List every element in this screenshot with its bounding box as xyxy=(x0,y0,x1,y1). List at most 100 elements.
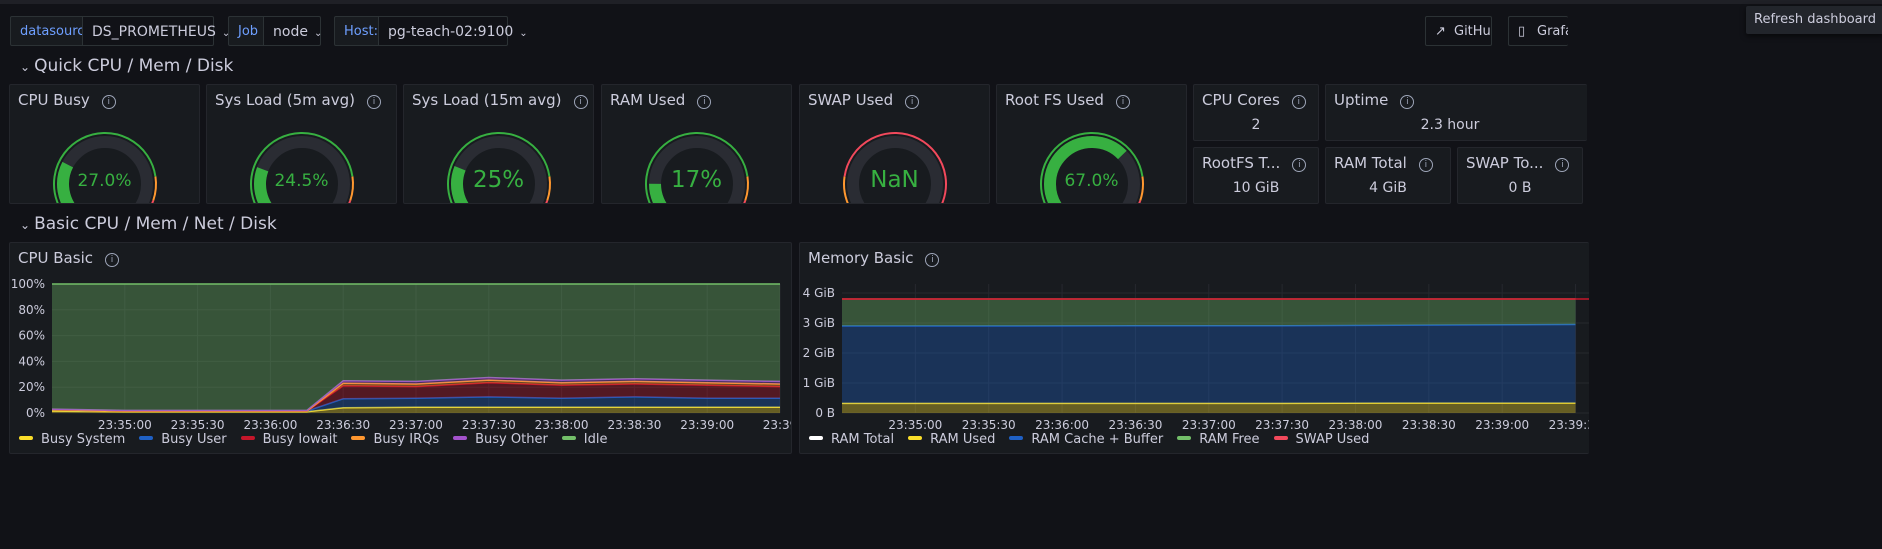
legend-swatch xyxy=(351,436,366,440)
chevron-down-icon: ⌄ xyxy=(313,28,323,39)
legend-item[interactable]: RAM Total xyxy=(809,432,894,447)
panel-cpu-cores[interactable]: CPU Cores i 2 xyxy=(1193,84,1319,141)
top-border xyxy=(0,0,1882,4)
y-tick-label: 1 GiB xyxy=(803,376,835,390)
external-link-icon: ↗ xyxy=(1435,24,1446,39)
x-tick-label: 23:39:00 xyxy=(680,418,734,432)
info-icon[interactable]: i xyxy=(1418,158,1433,172)
x-tick-label: 23:36:30 xyxy=(1108,418,1162,432)
panel-swap-total[interactable]: SWAP To... i 0 B xyxy=(1457,147,1583,204)
panel-title-text: CPU Cores xyxy=(1202,91,1280,109)
legend-label: RAM Used xyxy=(930,432,996,447)
legend-swatch xyxy=(809,436,823,440)
cpu-basic-legend: Busy System Busy User Busy Iowait Busy IRQs… xyxy=(19,432,622,447)
cpu-basic-chart[interactable]: 100% 80% 60% 40% 20% 0% 23:35:00 23:35:30 23:36:… xyxy=(10,243,792,454)
legend-label: SWAP Used xyxy=(1295,432,1370,447)
host-select[interactable]: pg-teach-02:9100 ⌄ xyxy=(378,16,528,46)
stat-value: 10 GiB xyxy=(1232,180,1280,196)
link-github-label: GitHub xyxy=(1454,24,1491,39)
legend-item[interactable]: RAM Used xyxy=(908,432,995,447)
legend-swatch xyxy=(139,436,154,440)
legend-item[interactable]: Busy User xyxy=(139,432,227,447)
link-github-button[interactable]: ↗ GitHub xyxy=(1425,16,1492,46)
job-select[interactable]: node ⌄ xyxy=(263,16,323,46)
x-tick-label: 23:35:30 xyxy=(962,418,1016,432)
stat-value: 0 B xyxy=(1508,180,1532,196)
doc-icon: ▯ xyxy=(1518,24,1526,39)
panel-uptime[interactable]: Uptime i 2.3 hour xyxy=(1325,84,1587,141)
row-quick-cpu-mem-disk[interactable]: ⌄ Quick CPU / Mem / Disk xyxy=(20,56,233,76)
x-tick-label: 23:38:00 xyxy=(535,418,589,432)
legend-label: Busy IRQs xyxy=(373,432,440,447)
legend-item[interactable]: Busy Iowait xyxy=(240,432,337,447)
chevron-down-icon: ⌄ xyxy=(519,28,528,39)
datasource-select[interactable]: DS_PROMETHEUS ⌄ xyxy=(82,16,230,46)
panel-title-text: SWAP To... xyxy=(1466,154,1544,172)
panel-ram-used[interactable]: RAM Used i 17% xyxy=(601,84,792,204)
legend-label: RAM Total xyxy=(831,432,895,447)
x-tick-label: 23:37:00 xyxy=(389,418,443,432)
x-tick-label: 23:37:30 xyxy=(1255,418,1309,432)
legend-item[interactable]: SWAP Used xyxy=(1273,432,1370,447)
info-icon[interactable]: i xyxy=(1555,158,1570,172)
panel-title-text: Uptime xyxy=(1334,91,1389,109)
x-tick-label: 23:39 xyxy=(763,418,792,432)
y-tick-label: 3 GiB xyxy=(803,316,835,330)
y-tick-label: 80% xyxy=(18,303,45,317)
info-icon[interactable]: i xyxy=(1400,95,1415,109)
y-tick-label: 0% xyxy=(26,406,45,420)
panel-ram-total[interactable]: RAM Total i 4 GiB xyxy=(1325,147,1451,204)
legend-item[interactable]: Idle xyxy=(561,432,608,447)
legend-swatch xyxy=(1009,436,1024,440)
legend-label: Busy Other xyxy=(475,432,548,447)
stat-value: 2 xyxy=(1251,117,1261,133)
y-tick-label: 100% xyxy=(11,277,45,291)
gauge-value: NaN xyxy=(870,167,919,193)
panel-sys-load-5m[interactable]: Sys Load (5m avg) i 24.5% xyxy=(206,84,397,204)
memory-basic-chart[interactable]: 4 GiB 3 GiB 2 GiB 1 GiB 0 B 23:35:00 23:35:30 2… xyxy=(800,243,1589,454)
info-icon[interactable]: i xyxy=(1291,95,1306,109)
panel-cpu-basic[interactable]: CPU Basic i 100% 80% 60% 40% 20% 0% 23:35:00 23:… xyxy=(9,242,792,454)
series-area-ram-free xyxy=(842,299,1576,326)
panel-cpu-busy[interactable]: CPU Busy i 27.0% xyxy=(9,84,200,204)
legend-item[interactable]: RAM Free xyxy=(1177,432,1260,447)
legend-swatch xyxy=(1177,436,1192,440)
memory-basic-legend: RAM Total RAM Used RAM Cache + Buffer RAM F… xyxy=(809,432,1383,447)
stat-value: 4 GiB xyxy=(1369,180,1407,196)
legend-item[interactable]: Busy IRQs xyxy=(351,432,439,447)
link-grafana-label: Grafana xyxy=(1537,24,1568,39)
x-tick-label: 23:35:30 xyxy=(171,418,225,432)
panel-title: Uptime i xyxy=(1334,91,1415,109)
link-grafana-button[interactable]: ▯ Grafana xyxy=(1508,16,1568,46)
panel-sys-load-15m[interactable]: Sys Load (15m avg) i 25% xyxy=(403,84,594,204)
x-tick-label: 23:36:00 xyxy=(243,418,297,432)
row-quick-title: Quick CPU / Mem / Disk xyxy=(34,56,234,76)
panel-memory-basic[interactable]: Memory Basic i 4 GiB 3 GiB 2 GiB 1 GiB 0 B 23:… xyxy=(799,242,1589,454)
gauge-value: 67.0% xyxy=(1064,171,1119,191)
series-area-ram-used xyxy=(842,403,1576,413)
gauge-value: 27.0% xyxy=(77,171,132,191)
host-select-value: pg-teach-02:9100 xyxy=(388,24,514,40)
legend-swatch xyxy=(908,436,923,440)
refresh-dashboard-tooltip: Refresh dashboard xyxy=(1746,6,1882,34)
panel-title-text: RootFS T... xyxy=(1202,154,1281,172)
x-tick-label: 23:37:30 xyxy=(462,418,516,432)
job-select-value: node xyxy=(273,24,308,40)
datasource-select-value: DS_PROMETHEUS xyxy=(92,24,216,40)
info-icon[interactable]: i xyxy=(1292,158,1307,172)
legend-swatch xyxy=(561,436,576,440)
chevron-down-icon: ⌄ xyxy=(20,218,31,232)
gauge-value: 25% xyxy=(472,167,525,193)
panel-title: SWAP To... i xyxy=(1466,154,1570,172)
row-basic-cpu-mem-net-disk[interactable]: ⌄ Basic CPU / Mem / Net / Disk xyxy=(20,214,277,234)
legend-label: Busy User xyxy=(161,432,227,447)
panel-root-fs-used[interactable]: Root FS Used i 67.0% xyxy=(996,84,1187,204)
panel-rootfs-total[interactable]: RootFS T... i 10 GiB xyxy=(1193,147,1319,204)
panel-swap-used[interactable]: SWAP Used i NaN xyxy=(799,84,990,204)
legend-item[interactable]: Busy Other xyxy=(453,432,548,447)
x-tick-label: 23:37:00 xyxy=(1182,418,1236,432)
legend-item[interactable]: Busy System xyxy=(19,432,125,447)
x-tick-label: 23:38:30 xyxy=(607,418,661,432)
legend-item[interactable]: RAM Cache + Buffer xyxy=(1009,432,1163,447)
row-basic-title: Basic CPU / Mem / Net / Disk xyxy=(34,214,277,234)
